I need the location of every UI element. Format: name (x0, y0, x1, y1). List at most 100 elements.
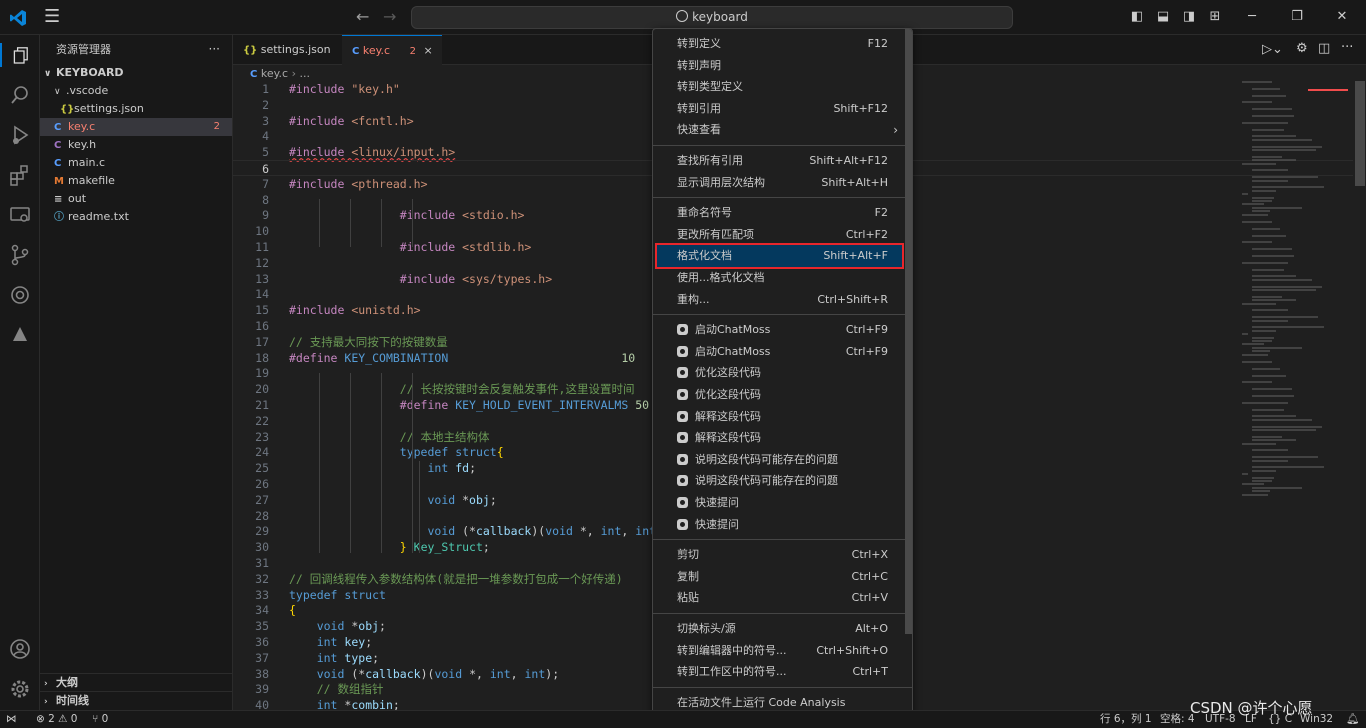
minimap-line (1252, 329, 1276, 332)
menu-item[interactable]: 粘贴 Ctrl+V (657, 587, 902, 609)
minimap-line (1252, 439, 1296, 442)
menu-item[interactable]: 启动ChatMoss Ctrl+F9 (657, 341, 902, 363)
run-debug-icon[interactable] (8, 123, 32, 147)
toggle-secondary-sidebar-icon[interactable]: ◨ (1181, 9, 1197, 25)
chatgpt-icon[interactable] (8, 283, 32, 307)
minimap-line (1252, 435, 1282, 438)
menu-item[interactable]: 重构... Ctrl+Shift+R (657, 289, 902, 311)
code-text: // 数组指针 (316, 682, 384, 697)
close-tab-icon[interactable]: × (423, 44, 432, 57)
menu-item[interactable]: 快速查看 › (657, 119, 902, 141)
menu-item[interactable]: 复制 Ctrl+C (657, 566, 902, 588)
minimap[interactable] (1238, 81, 1353, 501)
split-editor-icon[interactable]: ◫ (1318, 41, 1330, 56)
menu-item[interactable]: 优化这段代码 (657, 384, 902, 406)
tree-item-vscode[interactable]: ∨ .vscode (40, 82, 232, 100)
tab-problem-badge: 2 (409, 46, 416, 57)
menu-item[interactable]: 转到引用 Shift+F12 (657, 98, 902, 120)
menu-item[interactable]: 更改所有匹配项 Ctrl+F2 (657, 224, 902, 246)
more-editor-actions-icon[interactable]: ··· (1341, 40, 1353, 55)
menu-item[interactable]: 格式化文档 Shift+Alt+F (655, 243, 904, 270)
menu-item[interactable]: 快速提问 (657, 514, 902, 536)
line-number: 40 (255, 698, 269, 710)
forward-arrow-icon[interactable]: → (383, 7, 396, 26)
minimap-line (1242, 261, 1288, 264)
line-number: 27 (255, 492, 269, 507)
scrollbar-thumb[interactable] (1355, 81, 1365, 186)
tree-item-readme[interactable]: ⓘ readme.txt (40, 208, 232, 226)
back-arrow-icon[interactable]: ← (356, 7, 369, 26)
tree-item-makefile[interactable]: Mmakefile (40, 172, 232, 190)
timeline-section[interactable]: › 时间线 (40, 691, 233, 709)
tree-item-label: main.c (68, 156, 106, 169)
tree-item-settings-json[interactable]: {}settings.json (40, 100, 232, 118)
menu-item[interactable]: 说明这段代码可能存在的问题 (657, 449, 902, 471)
tree-item-key-h[interactable]: Ckey.h (40, 136, 232, 154)
command-center-search[interactable]: keyboard (411, 6, 1013, 29)
editor-scrollbar[interactable] (1353, 81, 1366, 710)
minimap-line (1252, 289, 1316, 291)
cursor-position[interactable]: 行 6，列 1 (1100, 711, 1152, 728)
extensions-icon[interactable] (8, 163, 32, 187)
close-window-icon[interactable]: ✕ (1334, 9, 1350, 25)
menu-item[interactable]: 转到声明 (657, 55, 902, 77)
error-count[interactable]: ⊗ 2 (36, 711, 55, 728)
run-code-icon[interactable]: ▷⌄ (1262, 42, 1283, 57)
tree-item-main-c[interactable]: Cmain.c (40, 154, 232, 172)
tree-item-out[interactable]: ≡ out (40, 190, 232, 208)
minimize-window-icon[interactable]: ─ (1244, 9, 1260, 25)
menu-item[interactable]: 启动ChatMoss Ctrl+F9 (657, 319, 902, 341)
explorer-icon[interactable] (0, 43, 40, 67)
menu-item[interactable]: 切换标头/源 Alt+O (657, 618, 902, 640)
tree-item-key-c[interactable]: Ckey.c 2 (40, 118, 232, 136)
ports-count[interactable]: ⑂ 0 (92, 711, 108, 728)
settings-gear-icon[interactable] (8, 677, 32, 701)
remote-explorer-icon[interactable] (8, 203, 32, 227)
notifications-icon[interactable]: 🔔︎ (1346, 711, 1359, 728)
toggle-panel-icon[interactable]: ⬓ (1155, 9, 1171, 25)
menu-item[interactable]: 解释这段代码 (657, 427, 902, 449)
customize-layout-icon[interactable]: ⊞ (1207, 9, 1223, 25)
menu-item-label: 快速查看 (677, 123, 721, 137)
menu-item[interactable]: 转到工作区中的符号... Ctrl+T (657, 661, 902, 683)
menu-item-shortcut: Shift+Alt+F12 (809, 154, 888, 167)
menu-item[interactable]: 解释这段代码 (657, 406, 902, 428)
tab-settings-json[interactable]: {} settings.json (233, 35, 342, 65)
menu-item[interactable]: 剪切 Ctrl+X (657, 544, 902, 566)
indent-guide (350, 373, 351, 553)
line-number: 9 (262, 208, 269, 223)
menu-item[interactable]: 查找所有引用 Shift+Alt+F12 (657, 150, 902, 172)
menu-item[interactable]: 转到类型定义 (657, 76, 902, 98)
menu-item[interactable]: 说明这段代码可能存在的问题 (657, 470, 902, 492)
menu-icon[interactable]: ☰ (44, 8, 64, 28)
menu-item-shortcut: Ctrl+Shift+O (816, 643, 888, 657)
tab-key-c[interactable]: C key.c 2 × (342, 35, 442, 65)
code-text: { (289, 603, 296, 618)
code-text: #include "key.h" (289, 82, 400, 96)
menu-item[interactable]: 转到定义 F12 (657, 33, 902, 55)
remote-indicator-icon[interactable]: ⋈ (6, 711, 17, 728)
menu-item[interactable]: 优化这段代码 (657, 362, 902, 384)
menu-item[interactable]: 重命名符号 F2 (657, 202, 902, 224)
toggle-sidebar-icon[interactable]: ◧ (1129, 9, 1145, 25)
context-menu-scrollbar[interactable] (905, 29, 912, 634)
source-control-icon[interactable] (8, 243, 32, 267)
more-actions-icon[interactable]: ··· (209, 35, 220, 64)
account-icon[interactable] (8, 637, 32, 661)
search-view-icon[interactable] (8, 83, 32, 107)
line-number: 7 (262, 176, 269, 191)
warning-count[interactable]: ⚠ 0 (58, 711, 77, 728)
menu-item[interactable]: 快速提问 (657, 492, 902, 514)
editor-settings-gear-icon[interactable]: ⚙ (1296, 41, 1308, 56)
menu-item[interactable]: 显示调用层次结构 Shift+Alt+H (657, 172, 902, 194)
bell-extension-icon[interactable] (8, 323, 32, 347)
minimap-line (1252, 149, 1316, 151)
menu-item[interactable]: 使用...格式化文档 (657, 267, 902, 289)
breadcrumb-rest: ... (299, 67, 310, 80)
workspace-root[interactable]: ∨ KEYBOARD (40, 64, 232, 82)
minimap-line (1252, 94, 1286, 97)
menu-separator (653, 197, 912, 199)
restore-window-icon[interactable]: ❐ (1289, 9, 1305, 25)
outline-section[interactable]: › 大纲 (40, 673, 233, 691)
menu-item[interactable]: 转到编辑器中的符号... Ctrl+Shift+O (657, 640, 902, 662)
